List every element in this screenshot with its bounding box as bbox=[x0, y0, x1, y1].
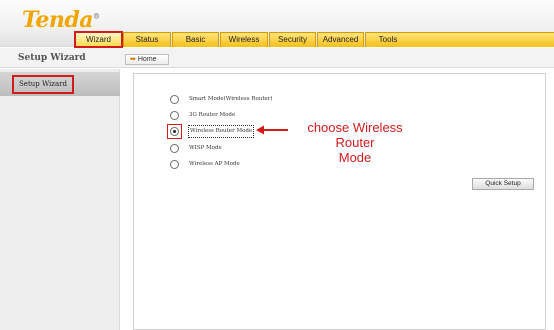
sidebar: Setup Wizard bbox=[0, 69, 120, 330]
tab-bar-filler bbox=[410, 32, 554, 47]
tab-wireless[interactable]: Wireless bbox=[220, 32, 268, 47]
annotation-text: choose Wireless Router Mode bbox=[290, 120, 420, 165]
tab-status[interactable]: Status bbox=[123, 32, 171, 47]
radio-wireless-ap-mode[interactable] bbox=[170, 160, 179, 169]
page-title: Setup Wizard bbox=[18, 53, 86, 63]
home-label: Home bbox=[137, 56, 157, 63]
radio-wireless-router-mode[interactable] bbox=[170, 127, 179, 136]
tab-security[interactable]: Security bbox=[269, 32, 316, 47]
annotation-line-2: Mode bbox=[338, 150, 372, 165]
header-bar: Tenda® Wizard Status Basic Wireless Secu… bbox=[0, 0, 554, 48]
radio-smart-mode[interactable] bbox=[170, 95, 179, 104]
radio-3g-router-mode[interactable] bbox=[170, 111, 179, 120]
sub-header: Setup Wizard ➥ Home bbox=[0, 48, 554, 68]
radio-wisp-mode[interactable] bbox=[170, 144, 179, 153]
tab-wizard[interactable]: Wizard bbox=[74, 31, 123, 48]
option-label: Smart Mode(Wireless Router) bbox=[189, 96, 273, 102]
main-nav-tabs: Wizard Status Basic Wireless Security Ad… bbox=[0, 31, 554, 48]
registered-mark: ® bbox=[92, 11, 100, 21]
option-label: Wireless Router Mode bbox=[187, 125, 255, 138]
tab-basic[interactable]: Basic bbox=[172, 32, 219, 47]
home-button[interactable]: ➥ Home bbox=[125, 54, 169, 65]
annotation-arrow-icon bbox=[256, 125, 288, 135]
home-arrow-icon: ➥ bbox=[130, 56, 136, 63]
tab-advanced[interactable]: Advanced bbox=[317, 32, 364, 47]
sidebar-item-setup-wizard[interactable]: Setup Wizard bbox=[0, 72, 120, 96]
quick-setup-button[interactable]: Quick Setup bbox=[472, 178, 534, 190]
tenda-logo: Tenda® bbox=[22, 7, 100, 33]
option-label: Wireless AP Mode bbox=[189, 161, 240, 167]
option-label: WISP Mode bbox=[189, 145, 222, 151]
annotation-line-1: choose Wireless Router bbox=[307, 120, 403, 150]
tab-tools[interactable]: Tools bbox=[365, 32, 411, 47]
sidebar-item-label: Setup Wizard bbox=[12, 75, 74, 94]
option-label: 3G Router Mode bbox=[189, 112, 236, 118]
